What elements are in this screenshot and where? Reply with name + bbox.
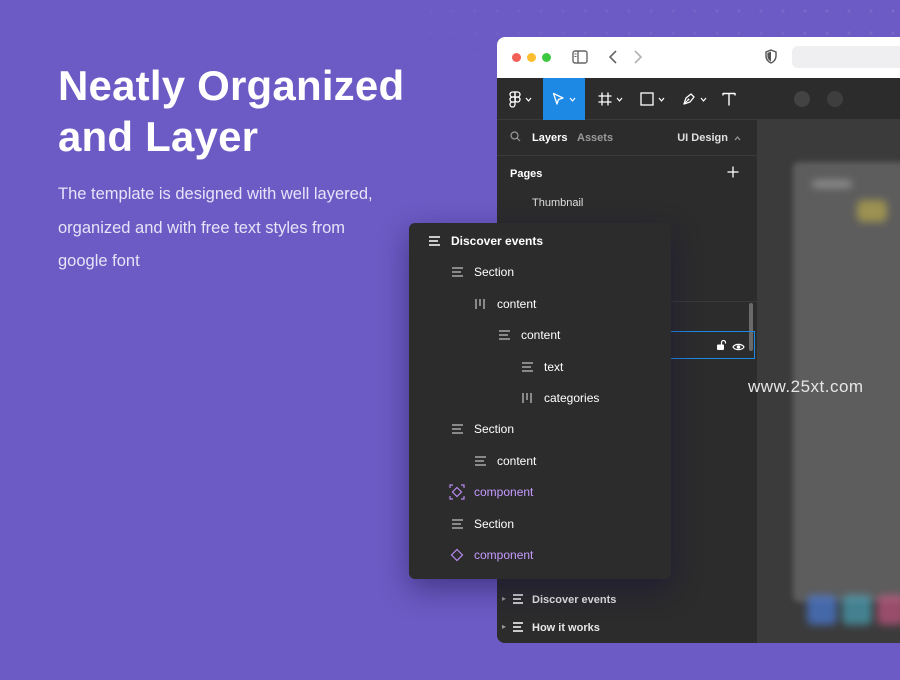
page-item-thumbnail[interactable]: Thumbnail xyxy=(532,197,583,209)
popup-layer-label: Section xyxy=(474,422,515,437)
frame-tool-button[interactable] xyxy=(595,78,625,120)
popup-layer-row[interactable]: content xyxy=(472,292,536,316)
popup-layer-label: Section xyxy=(474,265,515,280)
frame-lines-icon xyxy=(472,453,488,469)
popup-layer-row[interactable]: categories xyxy=(519,386,599,410)
frame-lines-icon xyxy=(512,593,524,608)
pen-icon xyxy=(682,93,695,105)
page-selector-label: UI Design xyxy=(677,132,728,144)
tab-assets[interactable]: Assets xyxy=(577,132,613,144)
frame-lines-icon xyxy=(449,421,465,437)
frame-lines-icon xyxy=(449,264,465,280)
frame-lines-icon xyxy=(519,359,535,375)
desc-line-3: google font xyxy=(58,252,140,270)
popup-layer-label: content xyxy=(497,453,537,468)
popup-layer-label: categories xyxy=(544,391,600,405)
popup-layer-row[interactable]: content xyxy=(472,449,536,473)
move-tool-button[interactable] xyxy=(543,78,585,120)
figma-logo-icon xyxy=(508,90,521,108)
tab-layers[interactable]: Layers xyxy=(532,132,567,144)
title-line-2: and Layer xyxy=(58,113,259,160)
component-instance-icon xyxy=(449,547,465,563)
rectangle-icon xyxy=(639,92,654,106)
popup-layer-row[interactable]: Section xyxy=(449,512,514,536)
unlock-icon[interactable] xyxy=(716,338,727,356)
layer-label: Discover events xyxy=(532,594,617,606)
canvas-blur xyxy=(842,595,872,625)
frame-lines-icon xyxy=(512,621,524,636)
expand-arrow-icon[interactable]: ▸ xyxy=(502,622,506,631)
canvas-blur xyxy=(877,595,900,625)
title-line-1: Neatly Organized xyxy=(58,62,405,109)
popup-layer-row[interactable]: content xyxy=(496,323,560,347)
columns-icon xyxy=(519,390,535,406)
page-selector[interactable]: UI Design xyxy=(677,132,741,144)
address-bar[interactable] xyxy=(792,46,900,68)
popup-layer-row[interactable]: Discover events xyxy=(426,229,543,253)
popup-layer-label: component xyxy=(474,485,534,500)
popup-layer-label: content xyxy=(521,328,561,343)
popup-layer-row[interactable]: Section xyxy=(449,260,514,284)
chevron-down-icon xyxy=(700,97,706,102)
panel-tabs: Layers Assets UI Design xyxy=(497,120,757,156)
chevron-down-icon xyxy=(658,97,664,102)
watermark: www.25xt.com xyxy=(748,377,864,396)
canvas-blur xyxy=(812,180,852,188)
forward-icon[interactable] xyxy=(634,50,643,69)
design-toolbar xyxy=(497,78,900,120)
description: The template is designed with well layer… xyxy=(58,178,408,279)
avatar xyxy=(789,78,815,120)
popup-layer-label: content xyxy=(497,296,537,311)
layer-row[interactable]: ▸ How it works xyxy=(497,614,757,642)
popup-layer-label: component xyxy=(474,548,534,562)
cursor-icon xyxy=(552,92,564,105)
back-icon[interactable] xyxy=(608,50,617,69)
chevron-down-icon xyxy=(525,97,531,102)
canvas-blur xyxy=(807,595,837,625)
expand-arrow-icon[interactable]: ▸ xyxy=(502,594,506,603)
popup-layer-label: Section xyxy=(474,516,515,531)
chevron-down-icon xyxy=(569,97,576,102)
layers-popup: Discover events Section content content text… xyxy=(409,223,671,579)
browser-titlebar xyxy=(497,37,900,78)
add-page-icon[interactable] xyxy=(727,166,739,181)
pages-heading: Pages xyxy=(510,168,543,180)
chevron-down-icon xyxy=(616,97,622,102)
pen-tool-button[interactable] xyxy=(679,78,709,120)
search-icon[interactable] xyxy=(510,131,521,145)
frame-hash-icon xyxy=(598,92,611,106)
layer-label: How it works xyxy=(532,622,600,634)
text-icon xyxy=(722,92,736,106)
text-tool-button[interactable] xyxy=(719,78,739,120)
popup-layer-label: Discover events xyxy=(451,234,544,248)
close-window-button[interactable] xyxy=(512,53,521,62)
maximize-window-button[interactable] xyxy=(542,53,551,62)
eye-icon[interactable] xyxy=(732,339,745,357)
desc-line-1: The template is designed with well layer… xyxy=(58,185,373,203)
shape-tool-button[interactable] xyxy=(637,78,667,120)
minimize-window-button[interactable] xyxy=(527,53,536,62)
popup-layer-row[interactable]: component xyxy=(449,543,533,567)
frame-lines-icon xyxy=(449,516,465,532)
sidebar-toggle-icon[interactable] xyxy=(572,50,588,69)
frame-lines-icon xyxy=(426,233,442,249)
layer-row[interactable]: ▸ Discover events xyxy=(497,586,757,614)
popup-layer-row[interactable]: component xyxy=(449,480,533,504)
avatar xyxy=(822,78,848,120)
frame-lines-icon xyxy=(496,327,512,343)
popup-layer-row[interactable]: Section xyxy=(449,417,514,441)
popup-layer-row[interactable]: text xyxy=(519,355,563,379)
chevron-up-icon xyxy=(734,136,741,141)
component-main-icon xyxy=(449,484,465,500)
canvas-blur xyxy=(857,200,887,222)
columns-icon xyxy=(472,296,488,312)
popup-layer-label: text xyxy=(544,359,564,374)
desc-line-2: organized and with free text styles from xyxy=(58,218,346,237)
shield-icon[interactable] xyxy=(765,49,777,69)
page-title: Neatly Organized and Layer xyxy=(58,60,438,162)
main-menu-button[interactable] xyxy=(505,78,535,120)
